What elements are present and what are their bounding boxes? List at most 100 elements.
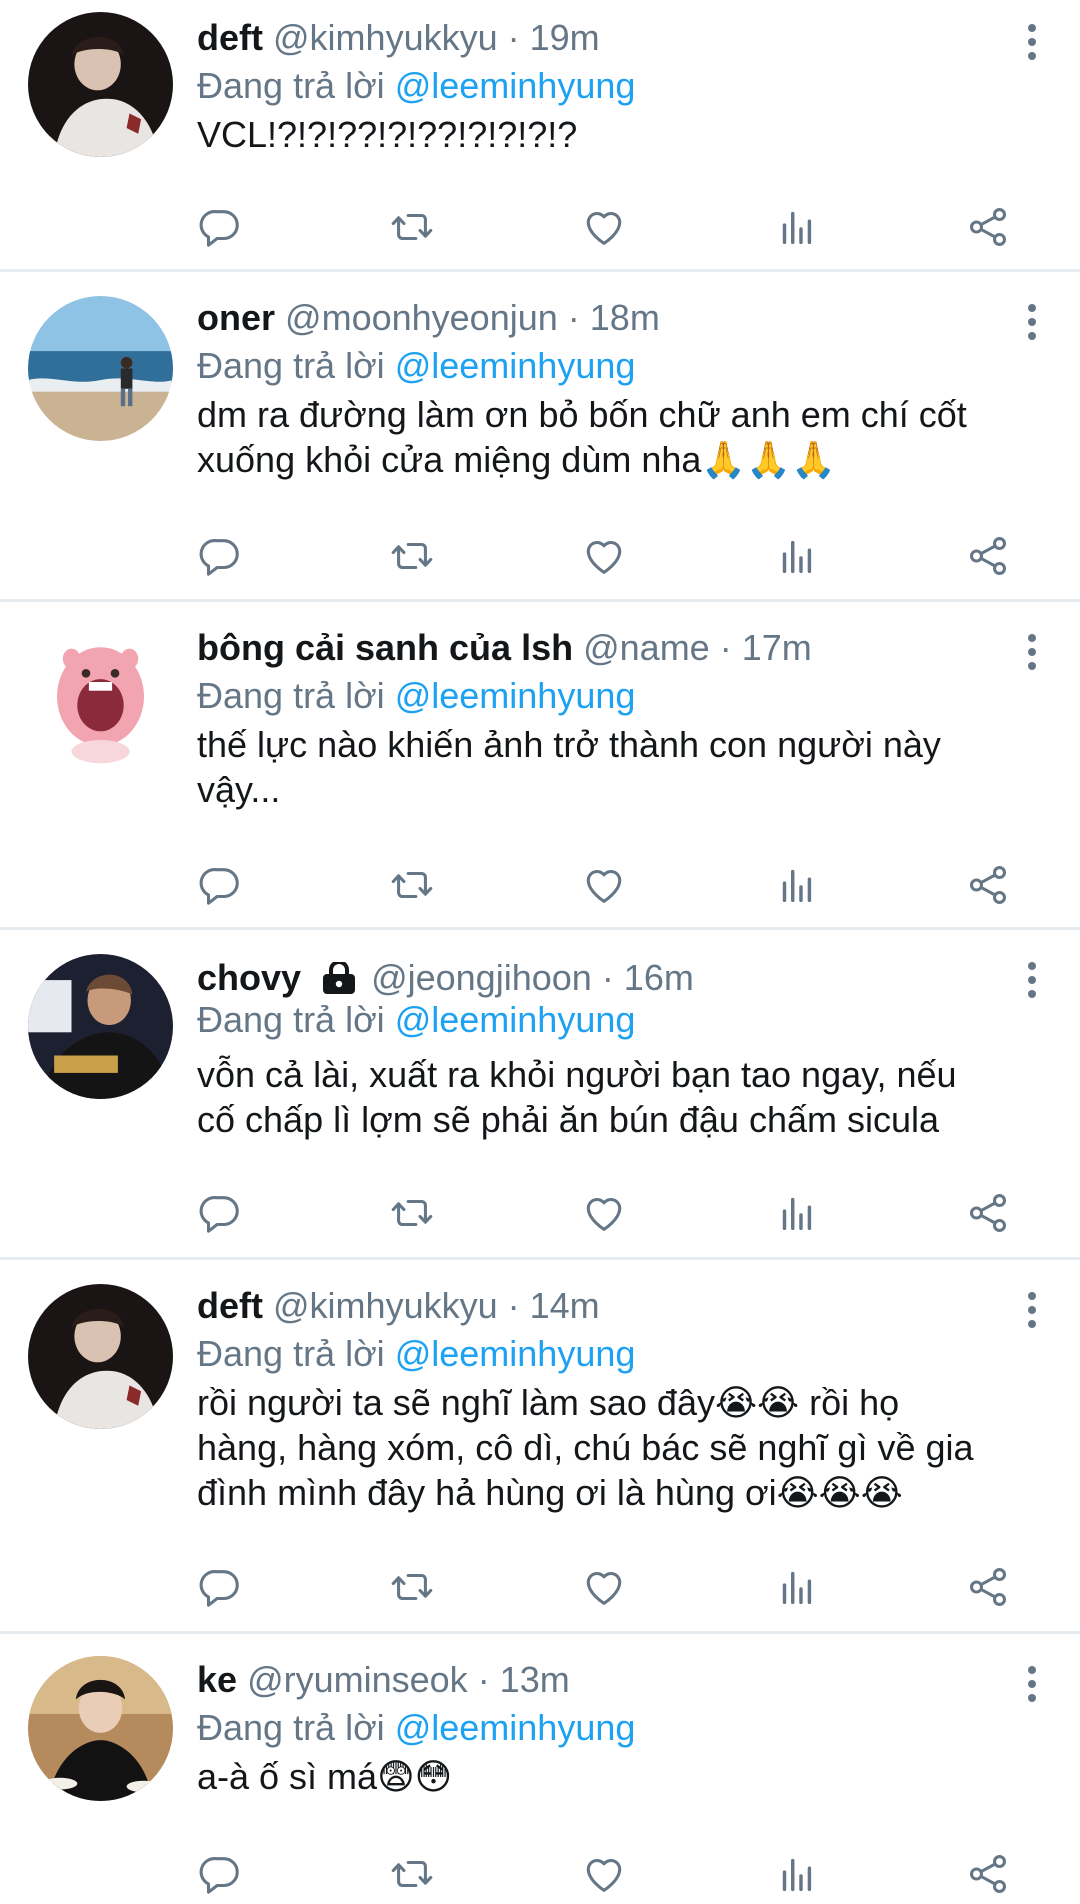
tweet-content: deft @kimhyukkyu · 19m Đang trả lời @lee… (197, 14, 990, 157)
user-handle[interactable]: @name (583, 627, 710, 668)
retweet-button[interactable] (382, 1183, 442, 1243)
tweet-text: VCL!?!?!??!?!??!?!?!?!? (197, 114, 578, 155)
retweet-icon (389, 862, 435, 908)
tweet-content: deft @kimhyukkyu · 14m Đang trả lời @lee… (197, 1282, 990, 1515)
share-button[interactable] (958, 1183, 1018, 1243)
tweet-text: rồi người ta sẽ nghĩ làm sao đây😭😭 rồi h… (197, 1382, 974, 1513)
like-button[interactable] (574, 526, 634, 586)
tweet[interactable]: oner @moonhyeonjun · 18m Đang trả lời @l… (0, 272, 1080, 602)
like-icon (581, 1190, 627, 1236)
like-icon (581, 533, 627, 579)
timestamp[interactable]: · 18m (568, 297, 660, 338)
more-options-icon[interactable] (1020, 632, 1044, 672)
display-name[interactable]: chovy (197, 957, 301, 998)
analytics-icon (773, 204, 819, 250)
like-button[interactable] (574, 197, 634, 257)
replying-to-handle[interactable]: @leeminhyung (395, 1333, 636, 1374)
avatar[interactable] (28, 1284, 173, 1429)
analytics-icon (773, 1851, 819, 1897)
share-icon (965, 204, 1011, 250)
like-button[interactable] (574, 1183, 634, 1243)
analytics-button[interactable] (766, 526, 826, 586)
tweet-text: a-à ố sì má😨😳 (197, 1756, 453, 1797)
timestamp[interactable]: · 17m (720, 627, 812, 668)
more-options-icon[interactable] (1020, 302, 1044, 342)
tweet[interactable]: deft @kimhyukkyu · 19m Đang trả lời @lee… (0, 0, 1080, 272)
analytics-button[interactable] (766, 1183, 826, 1243)
share-button[interactable] (958, 526, 1018, 586)
display-name[interactable]: bông cải sanh của lsh (197, 627, 573, 668)
reply-prefix: Đang trả lời (197, 999, 385, 1040)
reply-button[interactable] (190, 855, 250, 915)
analytics-button[interactable] (766, 197, 826, 257)
display-name[interactable]: deft (197, 17, 263, 58)
avatar[interactable] (28, 12, 173, 157)
reply-icon (197, 533, 243, 579)
more-options-icon[interactable] (1020, 1664, 1044, 1704)
more-options-icon[interactable] (1020, 960, 1044, 1000)
display-name[interactable]: ke (197, 1659, 237, 1700)
reply-button[interactable] (190, 1183, 250, 1243)
avatar[interactable] (28, 1656, 173, 1801)
timestamp[interactable]: · 14m (508, 1285, 600, 1326)
share-button[interactable] (958, 197, 1018, 257)
retweet-icon (389, 533, 435, 579)
tweet-text: dm ra đường làm ơn bỏ bốn chữ anh em chí… (197, 394, 967, 480)
share-button[interactable] (958, 1844, 1018, 1904)
like-button[interactable] (574, 1844, 634, 1904)
replying-to-handle[interactable]: @leeminhyung (395, 345, 636, 386)
more-options-icon[interactable] (1020, 22, 1044, 62)
tweet-text: thế lực nào khiến ảnh trở thành con ngườ… (197, 724, 941, 810)
share-icon (965, 862, 1011, 908)
replying-to-line: Đang trả lời @leeminhyung (197, 1330, 990, 1378)
replying-to-handle[interactable]: @leeminhyung (395, 999, 636, 1040)
avatar[interactable] (28, 624, 173, 769)
retweet-icon (389, 1564, 435, 1610)
retweet-button[interactable] (382, 1844, 442, 1904)
replying-to-line: Đang trả lời @leeminhyung (197, 996, 990, 1044)
analytics-button[interactable] (766, 1844, 826, 1904)
analytics-button[interactable] (766, 855, 826, 915)
avatar[interactable] (28, 296, 173, 441)
tweet[interactable]: bông cải sanh của lsh @name · 17m Đang t… (0, 602, 1080, 930)
timestamp[interactable]: · 13m (478, 1659, 570, 1700)
avatar[interactable] (28, 954, 173, 1099)
tweet[interactable]: deft @kimhyukkyu · 14m Đang trả lời @lee… (0, 1260, 1080, 1634)
retweet-button[interactable] (382, 526, 442, 586)
user-handle[interactable]: @moonhyeonjun (285, 297, 558, 338)
like-button[interactable] (574, 855, 634, 915)
retweet-button[interactable] (382, 1557, 442, 1617)
tweet[interactable]: ke @ryuminseok · 13m Đang trả lời @leemi… (0, 1634, 1080, 1899)
user-handle[interactable]: @kimhyukkyu (273, 1285, 498, 1326)
reply-button[interactable] (190, 1844, 250, 1904)
reply-icon (197, 204, 243, 250)
more-options-icon[interactable] (1020, 1290, 1044, 1330)
user-handle[interactable]: @kimhyukkyu (273, 17, 498, 58)
display-name[interactable]: oner (197, 297, 275, 338)
reply-button[interactable] (190, 526, 250, 586)
analytics-icon (773, 1190, 819, 1236)
share-button[interactable] (958, 855, 1018, 915)
retweet-button[interactable] (382, 197, 442, 257)
analytics-button[interactable] (766, 1557, 826, 1617)
retweet-button[interactable] (382, 855, 442, 915)
replying-to-handle[interactable]: @leeminhyung (395, 675, 636, 716)
user-handle[interactable]: @ryuminseok (247, 1659, 468, 1700)
like-button[interactable] (574, 1557, 634, 1617)
tweet-header: ke @ryuminseok · 13m (197, 1656, 990, 1704)
replying-to-line: Đang trả lời @leeminhyung (197, 342, 990, 390)
share-button[interactable] (958, 1557, 1018, 1617)
display-name[interactable]: deft (197, 1285, 263, 1326)
tweet-actions (190, 1183, 1040, 1243)
tweet[interactable]: chovy @jeongjihoon · 16m Đang trả lời @l… (0, 930, 1080, 1260)
share-icon (965, 1564, 1011, 1610)
timestamp[interactable]: · 19m (508, 17, 600, 58)
user-handle[interactable]: @jeongjihoon (371, 957, 592, 998)
reply-button[interactable] (190, 197, 250, 257)
replying-to-handle[interactable]: @leeminhyung (395, 65, 636, 106)
timestamp[interactable]: · 16m (602, 957, 694, 998)
replying-to-handle[interactable]: @leeminhyung (395, 1707, 636, 1748)
analytics-icon (773, 1564, 819, 1610)
tweet-text: vỗn cả lài, xuất ra khỏi người bạn tao n… (197, 1054, 957, 1140)
reply-button[interactable] (190, 1557, 250, 1617)
